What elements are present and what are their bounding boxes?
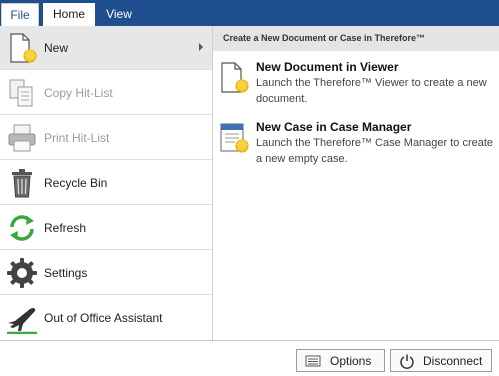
new-document-icon xyxy=(10,33,37,63)
refresh-icon xyxy=(10,215,34,241)
ribbon-tab-bar: File Home View xyxy=(0,0,499,26)
trash-icon xyxy=(12,169,32,198)
menu-item-new[interactable]: New xyxy=(0,26,212,70)
backstage-menu: New Copy Hit-List Print Hit-List Recycle… xyxy=(0,26,213,340)
entry-description: Launch the Therefore™ Viewer to create a… xyxy=(256,77,487,105)
new-case-in-case-manager-option[interactable]: New Case in Case Manager Launch the Ther… xyxy=(213,118,499,170)
new-case-icon xyxy=(220,123,249,153)
airplane-icon xyxy=(7,307,37,334)
backstage-footer: Options Disconnect xyxy=(0,340,499,376)
tab-home[interactable]: Home xyxy=(43,3,95,26)
menu-item-out-of-office[interactable]: Out of Office Assistant xyxy=(0,296,212,340)
entry-title: New Document in Viewer xyxy=(256,60,399,74)
menu-item-label: Settings xyxy=(44,266,88,280)
gear-icon xyxy=(7,258,37,288)
entry-title: New Case in Case Manager xyxy=(256,120,412,134)
menu-item-label: Print Hit-List xyxy=(44,131,110,145)
tab-file[interactable]: File xyxy=(1,3,39,26)
options-button-label: Options xyxy=(330,354,372,368)
tab-view[interactable]: View xyxy=(99,3,139,26)
menu-item-print-hit-list[interactable]: Print Hit-List xyxy=(0,116,212,160)
menu-item-label: Copy Hit-List xyxy=(44,86,113,100)
chevron-right-icon xyxy=(199,43,203,51)
new-document-icon xyxy=(221,62,249,93)
disconnect-button-label: Disconnect xyxy=(423,354,483,368)
power-icon xyxy=(400,354,414,369)
new-document-in-viewer-option[interactable]: New Document in Viewer Launch the Theref… xyxy=(213,58,499,110)
submenu-header: Create a New Document or Case in Therefo… xyxy=(213,26,499,51)
menu-item-refresh[interactable]: Refresh xyxy=(0,206,212,250)
printer-icon xyxy=(8,124,36,152)
copy-icon xyxy=(9,79,33,107)
disconnect-button[interactable]: Disconnect xyxy=(390,349,492,372)
menu-item-copy-hit-list[interactable]: Copy Hit-List xyxy=(0,71,212,115)
menu-item-label: New xyxy=(44,41,69,55)
menu-item-label: Out of Office Assistant xyxy=(44,311,163,325)
options-list-icon xyxy=(305,355,321,367)
menu-item-recycle-bin[interactable]: Recycle Bin xyxy=(0,161,212,205)
options-button[interactable]: Options xyxy=(296,349,385,372)
new-submenu-panel: Create a New Document or Case in Therefo… xyxy=(213,26,499,340)
menu-item-label: Refresh xyxy=(44,221,87,235)
menu-item-settings[interactable]: Settings xyxy=(0,251,212,295)
menu-item-label: Recycle Bin xyxy=(44,176,108,190)
entry-description: Launch the Therefore™ Case Manager to cr… xyxy=(256,137,494,165)
